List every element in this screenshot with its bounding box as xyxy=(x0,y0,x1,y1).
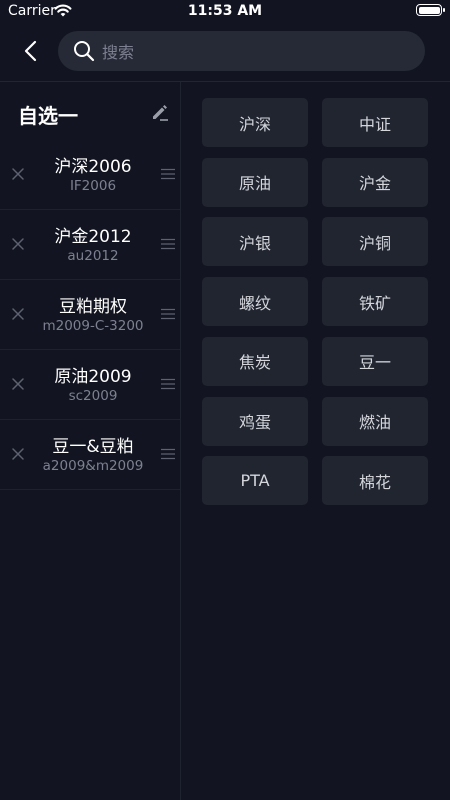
category-tag[interactable]: 沪金 xyxy=(322,157,428,207)
item-name: 沪金2012 xyxy=(54,227,132,247)
item-code: au2012 xyxy=(67,248,119,264)
back-button[interactable] xyxy=(14,36,48,66)
panel-divider xyxy=(180,82,181,800)
search-icon xyxy=(74,41,95,62)
category-tag[interactable]: 焦炭 xyxy=(202,336,308,386)
search-input[interactable] xyxy=(100,31,404,73)
item-name: 原油2009 xyxy=(54,367,132,387)
category-tag[interactable]: 铁矿 xyxy=(322,277,428,327)
category-tag[interactable]: 豆一 xyxy=(322,336,428,386)
category-tag[interactable]: 棉花 xyxy=(322,456,428,506)
remove-button[interactable] xyxy=(10,306,26,322)
item-code: IF2006 xyxy=(69,178,117,194)
watchlist-panel: 自选一 沪深2006 IF2006 沪金2012 au2012 豆粕期权 m2009-C-… xyxy=(0,82,180,800)
remove-button[interactable] xyxy=(10,236,26,252)
item-name: 沪深2006 xyxy=(54,157,132,177)
drag-handle-icon[interactable] xyxy=(160,378,176,390)
item-name: 豆一&豆粕 xyxy=(52,437,134,457)
status-bar: Carrier 11:53 AM xyxy=(0,0,450,22)
drag-handle-icon[interactable] xyxy=(160,308,176,320)
drag-handle-icon[interactable] xyxy=(160,168,176,180)
category-tag[interactable]: 鸡蛋 xyxy=(202,396,308,446)
remove-button[interactable] xyxy=(10,166,26,182)
category-tag[interactable]: 中证 xyxy=(322,98,428,147)
close-icon xyxy=(12,308,24,320)
category-tag[interactable]: 沪银 xyxy=(202,217,308,267)
nav-bar xyxy=(0,22,450,81)
close-icon xyxy=(12,238,24,250)
drag-handle-icon[interactable] xyxy=(160,448,176,460)
item-name: 豆粕期权 xyxy=(59,297,127,317)
close-icon xyxy=(12,448,24,460)
item-code: m2009-C-3200 xyxy=(42,318,144,334)
item-code: sc2009 xyxy=(68,388,118,404)
battery-full-icon xyxy=(416,4,445,16)
list-item[interactable]: 豆粕期权 m2009-C-3200 xyxy=(0,280,180,350)
pencil-icon xyxy=(153,105,168,121)
search-bar[interactable] xyxy=(58,31,425,73)
category-tag[interactable]: 沪深 xyxy=(202,98,308,147)
list-item[interactable]: 沪深2006 IF2006 xyxy=(0,140,180,210)
list-item[interactable]: 原油2009 sc2009 xyxy=(0,350,180,420)
clock: 11:53 AM xyxy=(187,3,263,19)
watch-list: 沪深2006 IF2006 沪金2012 au2012 豆粕期权 m2009-C-3200… xyxy=(0,140,180,490)
drag-handle-icon[interactable] xyxy=(160,238,176,250)
list-item[interactable]: 沪金2012 au2012 xyxy=(0,210,180,280)
category-tag[interactable]: 沪铜 xyxy=(322,217,428,267)
group-title: 自选一 xyxy=(18,104,78,128)
remove-button[interactable] xyxy=(10,376,26,392)
category-tag[interactable]: 原油 xyxy=(202,157,308,207)
remove-button[interactable] xyxy=(10,446,26,462)
close-icon xyxy=(12,378,24,390)
category-tag[interactable]: 螺纹 xyxy=(202,277,308,327)
category-tag[interactable]: PTA xyxy=(202,456,308,506)
chevron-left-icon xyxy=(24,40,37,62)
category-tag[interactable]: 燃油 xyxy=(322,396,428,446)
close-icon xyxy=(12,168,24,180)
item-code: a2009&m2009 xyxy=(42,458,144,474)
list-item[interactable]: 豆一&豆粕 a2009&m2009 xyxy=(0,420,180,490)
edit-group-button[interactable] xyxy=(149,101,171,123)
